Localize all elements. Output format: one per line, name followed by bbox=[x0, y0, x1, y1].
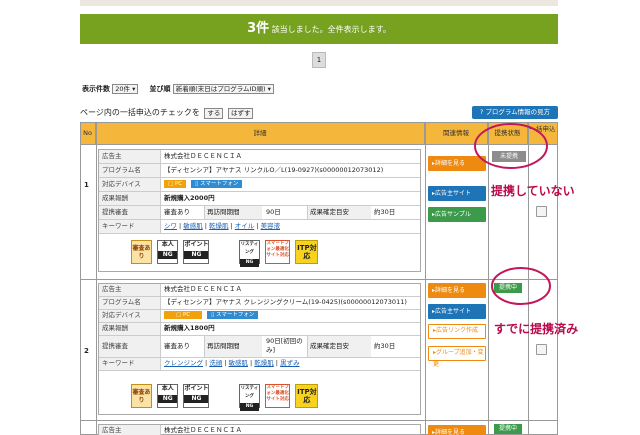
listing-ng-badge: リスティング NG bbox=[238, 384, 260, 411]
program-name: 【ディセンシア】アヤナス クレンジングクリーム(19-0425)(s000000… bbox=[164, 298, 407, 306]
keyword-link[interactable]: 美容液 bbox=[261, 222, 281, 230]
annotation-circle bbox=[474, 123, 548, 169]
ad-link-button[interactable]: ▸広告リンク作成 bbox=[428, 324, 486, 339]
smartphone-device-tag: ▯ スマートフォン bbox=[207, 311, 259, 319]
advertiser-name: 株式会社ＤＥＣＥＮＣＩＡ bbox=[164, 152, 242, 160]
result-text: 該当しました。全件表示します。 bbox=[271, 25, 391, 34]
program-detail-2: 広告主 株式会社ＤＥＣＥＮＣＩＡ プログラム名 【ディセンシア】アヤナス クレン… bbox=[98, 283, 421, 415]
smartphone-device-tag: ▯ スマートフォン bbox=[191, 180, 243, 188]
sort-label: 並び順 bbox=[149, 85, 171, 93]
display-count-label: 表示件数 bbox=[82, 85, 110, 93]
confirm-value: 約30日 bbox=[374, 342, 396, 350]
point-ng-badge: ポイント NG bbox=[183, 384, 210, 408]
keyword-link[interactable]: オイル bbox=[235, 222, 255, 230]
advertiser-name: 株式会社ＤＥＣＥＮＣＩＡ bbox=[164, 426, 242, 434]
reward-row: 成果報酬 新規購入2000円 bbox=[99, 192, 420, 206]
keyword-link[interactable]: 洗顔 bbox=[209, 359, 222, 367]
device-row: 対応デバイス ▢ PC ▯ スマートフォン bbox=[99, 310, 420, 323]
display-count-select[interactable]: 20件 ▾ bbox=[112, 84, 139, 94]
cycle-label: 再訪問期間 bbox=[204, 206, 262, 219]
pc-device-tag: ▢ PC bbox=[164, 180, 187, 188]
annotation-not-partnered: 提携していない bbox=[491, 184, 575, 198]
device-row: 対応デバイス ▢ PC ▯ スマートフォン bbox=[99, 178, 420, 192]
bulk-check-label: ページ内の一括申込のチェックを bbox=[80, 108, 200, 117]
sort-select[interactable]: 新着順(末日はプログラムID順) ▾ bbox=[172, 84, 274, 94]
keyword-link[interactable]: クレンジング bbox=[164, 359, 203, 367]
annotation-circle bbox=[491, 267, 551, 305]
cycle-value: 90日 bbox=[266, 208, 281, 216]
personal-ng-badge: 本人 NG bbox=[157, 240, 179, 264]
reward-value: 新規購入2000円 bbox=[164, 194, 215, 202]
keyword-link[interactable]: シワ bbox=[164, 222, 177, 230]
uncheck-all-button[interactable]: はずす bbox=[227, 108, 254, 119]
keyword-link[interactable]: 敏感肌 bbox=[229, 359, 249, 367]
program-detail-3: 広告主 株式会社ＤＥＣＥＮＣＩＡ bbox=[98, 424, 421, 435]
keyword-link[interactable]: 乾燥肌 bbox=[254, 359, 274, 367]
badge-row: 審査あり 本人 NG ポイント NG リスティング NG スマートフォン最適化サイト対… bbox=[131, 384, 321, 411]
advertiser-row: 広告主 株式会社ＤＥＣＥＮＣＩＡ bbox=[99, 284, 420, 297]
review-required-badge: 審査あり bbox=[131, 384, 152, 408]
advertiser-name: 株式会社ＤＥＣＥＮＣＩＡ bbox=[164, 285, 242, 293]
review-required-badge: 審査あり bbox=[131, 240, 152, 264]
annotation-circles bbox=[474, 123, 551, 305]
point-ng-badge: ポイント NG bbox=[183, 240, 210, 264]
cycle-label: 再訪問期間 bbox=[204, 336, 262, 357]
reward-row: 成果報酬 新規購入1800円 bbox=[99, 323, 420, 336]
confirm-label: 成果確定目安 bbox=[307, 206, 371, 219]
check-all-button[interactable]: する bbox=[204, 108, 224, 119]
bulk-apply-checkbox[interactable] bbox=[536, 344, 547, 355]
confirm-label: 成果確定目安 bbox=[307, 336, 371, 357]
keyword-row: キーワード クレンジング | 洗顔 | 敏感肌 | 乾燥肌 | 黒ずみ bbox=[99, 358, 420, 371]
top-strip bbox=[80, 0, 558, 6]
itp-badge: ITP対応 bbox=[295, 240, 319, 264]
row-number: 2 bbox=[84, 347, 89, 355]
pc-device-tag: ▢ PC bbox=[164, 311, 203, 319]
detail-button[interactable]: ▸詳細を見る bbox=[428, 425, 486, 435]
display-controls: 表示件数 20件 ▾ 並び順 新着順(末日はプログラムID順) ▾ bbox=[82, 84, 274, 94]
advertiser-row: 広告主 株式会社ＤＥＣＥＮＣＩＡ bbox=[99, 150, 420, 164]
group-button[interactable]: ▸グループ追加・変更 bbox=[428, 346, 486, 368]
keyword-link[interactable]: 敏感肌 bbox=[183, 222, 203, 230]
annotation-already-partnered: すでに提携済み bbox=[494, 322, 579, 336]
pager-page-1[interactable]: 1 bbox=[312, 52, 326, 68]
header-no: No bbox=[80, 122, 96, 145]
row-divider bbox=[80, 420, 558, 421]
program-detail-1: 広告主 株式会社ＤＥＣＥＮＣＩＡ プログラム名 【ディセンシア】アヤナス リンク… bbox=[98, 149, 421, 272]
listing-ng-badge: リスティング NG bbox=[238, 240, 260, 267]
row-number: 1 bbox=[84, 181, 89, 189]
badge-row: 審査あり 本人 NG ポイント NG リスティング NG スマートフォン最適化サイト対… bbox=[131, 240, 321, 267]
smartphone-optimized-badge: スマートフォン最適化サイト対応 bbox=[265, 240, 291, 264]
reward-value: 新規購入1800円 bbox=[164, 324, 215, 332]
confirm-value: 約30日 bbox=[374, 208, 396, 216]
program-row: プログラム名 【ディセンシア】アヤナス リンクルO／L(19-0927)(s00… bbox=[99, 164, 420, 178]
keyword-row: キーワード シワ | 敏感肌 | 乾燥肌 | オイル | 美容液 bbox=[99, 220, 420, 234]
review-row: 提携審査 審査あり 再訪問期間 90日 成果確定目安 約30日 bbox=[99, 206, 420, 220]
bulk-check-row: ページ内の一括申込のチェックを する はずす bbox=[80, 107, 254, 119]
itp-badge: ITP対応 bbox=[295, 384, 319, 408]
review-value: 審査あり bbox=[164, 208, 190, 216]
program-row: プログラム名 【ディセンシア】アヤナス クレンジングクリーム(19-0425)(… bbox=[99, 297, 420, 310]
program-name: 【ディセンシア】アヤナス リンクルO／L(19-0927)(s000000120… bbox=[164, 166, 384, 174]
keyword-link[interactable]: 乾燥肌 bbox=[209, 222, 229, 230]
smartphone-optimized-badge: スマートフォン最適化サイト対応 bbox=[265, 384, 291, 408]
review-row: 提携審査 審査あり 再訪問期間 90日[初回のみ] 成果確定目安 約30日 bbox=[99, 336, 420, 358]
personal-ng-badge: 本人 NG bbox=[157, 384, 179, 408]
result-count: 3件 bbox=[247, 21, 270, 36]
status-badge: 提携中 bbox=[494, 424, 522, 434]
review-value: 審査あり bbox=[164, 342, 190, 350]
advertiser-row: 広告主 株式会社ＤＥＣＥＮＣＩＡ bbox=[99, 425, 420, 435]
result-banner: 3件 該当しました。全件表示します。 bbox=[80, 14, 558, 44]
header-detail: 詳細 bbox=[96, 122, 425, 145]
keyword-link[interactable]: 黒ずみ bbox=[280, 359, 300, 367]
cycle-value: 90日[初回のみ] bbox=[266, 337, 303, 354]
